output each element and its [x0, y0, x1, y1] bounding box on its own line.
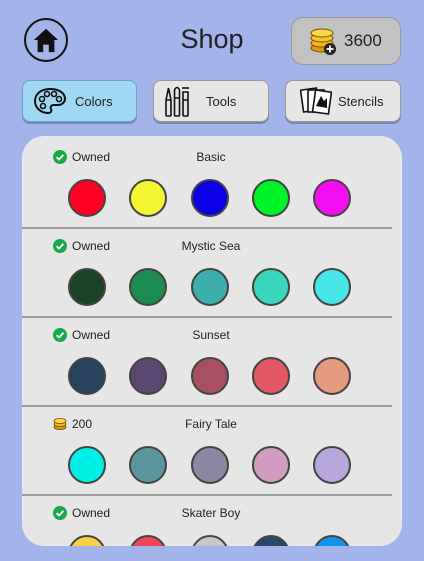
color-swatch[interactable]	[129, 535, 167, 546]
stencils-icon	[300, 86, 332, 116]
coin-stack-plus-icon	[310, 28, 336, 55]
color-swatch[interactable]	[252, 179, 290, 217]
palette-name: Skater Boy	[181, 506, 241, 520]
color-swatch[interactable]	[191, 446, 229, 484]
color-swatch[interactable]	[191, 268, 229, 306]
tab-stencils-label: Stencils	[338, 93, 384, 109]
color-swatch[interactable]	[68, 446, 106, 484]
color-swatch[interactable]	[129, 179, 167, 217]
color-swatch[interactable]	[191, 535, 229, 546]
color-swatch[interactable]	[191, 179, 229, 217]
color-swatch[interactable]	[191, 357, 229, 395]
palette-name: Basic	[196, 150, 226, 164]
tab-colors[interactable]: Colors	[22, 80, 137, 122]
color-swatch[interactable]	[68, 357, 106, 395]
color-swatch[interactable]	[129, 446, 167, 484]
color-swatch[interactable]	[68, 535, 106, 546]
palette-item[interactable]: Owned Basic	[22, 136, 402, 229]
palette-item[interactable]: 200 Fairy Tale	[22, 403, 402, 496]
color-swatch[interactable]	[252, 357, 290, 395]
palette-list[interactable]: Owned Basic Owned Mystic Sea Owned Sunset 200 F…	[22, 136, 402, 546]
palette-icon	[33, 87, 67, 115]
tab-colors-label: Colors	[75, 93, 113, 109]
palette-name: Sunset	[192, 328, 230, 342]
tab-tools-label: Tools	[206, 93, 237, 109]
color-swatch[interactable]	[252, 268, 290, 306]
palette-name: Mystic Sea	[181, 239, 241, 253]
home-button[interactable]	[24, 18, 68, 62]
brushes-icon	[164, 84, 190, 118]
palette-name: Fairy Tale	[185, 417, 237, 431]
color-swatch[interactable]	[129, 357, 167, 395]
color-swatch[interactable]	[129, 268, 167, 306]
tab-stencils[interactable]: Stencils	[285, 80, 401, 122]
coin-balance[interactable]: 3600	[291, 17, 401, 65]
color-swatch[interactable]	[313, 535, 351, 546]
palette-item[interactable]: Owned Skater Boy	[22, 492, 402, 546]
color-swatch[interactable]	[313, 179, 351, 217]
color-swatch[interactable]	[68, 179, 106, 217]
color-swatch[interactable]	[68, 268, 106, 306]
color-swatch[interactable]	[313, 268, 351, 306]
color-swatch[interactable]	[252, 535, 290, 546]
home-icon	[33, 28, 59, 53]
palette-item[interactable]: Owned Mystic Sea	[22, 225, 402, 318]
tab-tools[interactable]: Tools	[153, 80, 269, 122]
coin-amount: 3600	[344, 31, 382, 50]
color-swatch[interactable]	[313, 446, 351, 484]
color-swatch[interactable]	[313, 357, 351, 395]
palette-item[interactable]: Owned Sunset	[22, 314, 402, 407]
color-swatch[interactable]	[252, 446, 290, 484]
